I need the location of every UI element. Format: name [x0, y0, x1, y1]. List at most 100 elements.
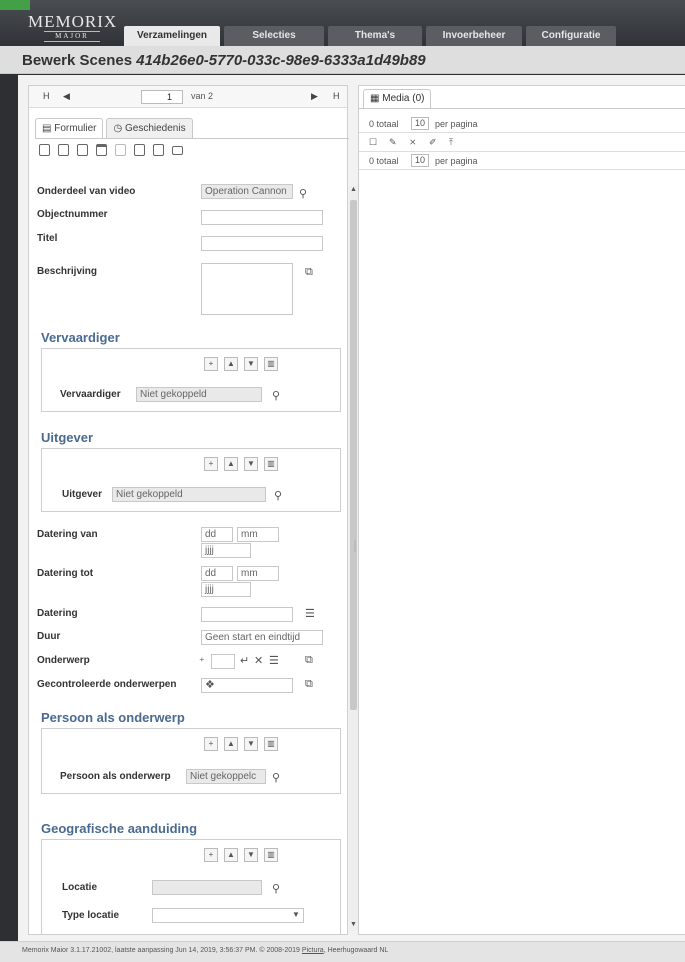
tab-formulier-label: Formulier	[54, 123, 97, 134]
delete-icon[interactable]: ▥	[264, 737, 278, 751]
mail-icon[interactable]	[172, 146, 183, 155]
datering-tot-label: Datering tot	[37, 568, 94, 579]
persoon-label: Persoon als onderwerp	[60, 771, 171, 782]
tab-media[interactable]: ▦ Media (0)	[363, 89, 432, 108]
add-icon[interactable]: +	[204, 357, 218, 371]
onderdeel-field: Operation Cannon	[201, 184, 293, 199]
move-down-icon[interactable]: ▼	[244, 737, 258, 751]
titel-label: Titel	[37, 233, 58, 244]
unlink-icon[interactable]: ⨯	[409, 137, 417, 148]
footer-link[interactable]: Pictura	[302, 947, 324, 954]
new-record-icon[interactable]	[58, 144, 69, 156]
scrollbar-thumb[interactable]	[350, 200, 357, 710]
datering-tot-jjjj[interactable]: jjjj	[201, 582, 251, 597]
expand-editor-icon[interactable]: ⧉	[305, 654, 313, 667]
delete-icon[interactable]: ▥	[264, 457, 278, 471]
list-icon[interactable]: ☰	[305, 607, 315, 620]
link-icon[interactable]: ⚲	[274, 489, 282, 502]
section-uitgever: + ▲ ▼ ▥ Uitgever Niet gekoppeld ⚲	[41, 448, 341, 512]
first-page-button[interactable]: H	[43, 91, 50, 101]
form-panel: H ◀ 1 van 2 ▶ H ▤ Formulier ◷ Geschieden…	[28, 85, 358, 935]
datering-input[interactable]	[201, 607, 293, 622]
persoon-field: Niet gekoppelc	[186, 769, 266, 784]
link-icon[interactable]: ⚲	[272, 389, 280, 402]
datering-tot-mm[interactable]: mm	[237, 566, 279, 581]
tab-geschiedenis[interactable]: ◷ Geschiedenis	[106, 118, 193, 138]
duur-field[interactable]: Geen start en eindtijd	[201, 630, 323, 645]
form-icon: ▤	[42, 123, 52, 134]
per-page-input[interactable]: 10	[411, 154, 429, 167]
logo-sub: MAJOR	[44, 31, 100, 42]
objectnummer-input[interactable]	[201, 210, 323, 225]
move-up-icon[interactable]: ▲	[224, 848, 238, 862]
tab-configuratie[interactable]: Configuratie	[526, 26, 616, 46]
list-icon[interactable]: ☰	[269, 654, 279, 667]
scroll-up-icon[interactable]: ▲	[349, 186, 358, 196]
page-input[interactable]: 1	[141, 90, 183, 104]
delete-icon[interactable]	[96, 144, 107, 156]
copy-icon[interactable]	[77, 144, 88, 156]
uitgever-field: Niet gekoppeld	[112, 487, 266, 502]
move-down-icon[interactable]: ▼	[244, 848, 258, 862]
tab-invoerbeheer[interactable]: Invoerbeheer	[426, 26, 522, 46]
link-icon[interactable]: ⚲	[299, 187, 307, 200]
page-title-prefix: Bewerk Scenes	[22, 52, 133, 69]
datering-van-dd[interactable]: dd	[201, 527, 233, 542]
expand-editor-icon[interactable]: ⧉	[305, 678, 313, 691]
clear-icon[interactable]: ✕	[254, 654, 263, 667]
datering-tot-dd[interactable]: dd	[201, 566, 233, 581]
last-page-button[interactable]: H	[333, 91, 340, 101]
delete-icon[interactable]: ▥	[264, 357, 278, 371]
datering-van-jjjj[interactable]: jjjj	[201, 543, 251, 558]
datering-label: Datering	[37, 608, 78, 619]
add-icon[interactable]: +	[204, 848, 218, 862]
move-up-icon[interactable]: ▲	[224, 357, 238, 371]
enter-icon[interactable]: ↵	[240, 654, 249, 667]
link-icon[interactable]: ⚲	[272, 882, 280, 895]
select-all-checkbox[interactable]: ☐	[369, 137, 377, 148]
record-id: 414b26e0-5770-033c-98e9-6333a1d49b89	[136, 52, 426, 69]
add-icon[interactable]: +	[204, 737, 218, 751]
delete-icon[interactable]: ▥	[264, 848, 278, 862]
panel-splitter[interactable]	[354, 540, 356, 552]
prev-page-button[interactable]: ◀	[63, 91, 70, 102]
move-down-icon[interactable]: ▼	[244, 357, 258, 371]
type-locatie-select[interactable]	[152, 908, 304, 923]
titel-input[interactable]	[201, 236, 323, 251]
upload-icon[interactable]: ⤒	[449, 137, 453, 148]
link-icon[interactable]: ⚲	[272, 771, 280, 784]
type-locatie-label: Type locatie	[62, 910, 120, 921]
move-up-icon[interactable]: ▲	[224, 737, 238, 751]
tab-selecties[interactable]: Selecties	[224, 26, 324, 46]
per-page-label: per pagina	[435, 156, 478, 166]
document-icon[interactable]	[134, 144, 145, 156]
tab-formulier[interactable]: ▤ Formulier	[35, 118, 104, 138]
edit-icon[interactable]: ✐	[429, 137, 437, 148]
thesaurus-icon: ❖	[205, 679, 215, 691]
tab-verzamelingen[interactable]: Verzamelingen	[124, 26, 220, 46]
add-icon[interactable]: +	[204, 457, 218, 471]
onderwerp-label: Onderwerp	[37, 655, 90, 666]
vervaardiger-field: Niet gekoppeld	[136, 387, 262, 402]
tab-themas[interactable]: Thema's	[328, 26, 422, 46]
scroll-down-icon[interactable]: ▼	[349, 921, 358, 931]
beschrijving-textarea[interactable]	[201, 263, 293, 315]
vervaardiger-actions: + ▲ ▼ ▥	[204, 357, 278, 371]
geo-actions: + ▲ ▼ ▥	[204, 848, 278, 862]
accent-strip	[0, 0, 30, 10]
move-up-icon[interactable]: ▲	[224, 457, 238, 471]
next-page-button[interactable]: ▶	[311, 91, 318, 102]
form-scrollbar[interactable]: ▲ ▼	[349, 186, 358, 931]
app-logo[interactable]: MEMORIX MAJOR	[28, 13, 116, 43]
onderwerp-input[interactable]	[211, 654, 235, 669]
media-pager-top: 0 totaal 10 per pagina	[359, 116, 685, 133]
media-total: 0 totaal	[369, 119, 399, 129]
print-icon[interactable]	[153, 144, 164, 156]
save-icon[interactable]	[39, 144, 50, 156]
per-page-input[interactable]: 10	[411, 117, 429, 130]
datering-van-mm[interactable]: mm	[237, 527, 279, 542]
expand-editor-icon[interactable]: ⧉	[305, 266, 313, 279]
move-down-icon[interactable]: ▼	[244, 457, 258, 471]
gecontroleerde-label: Gecontroleerde onderwerpen	[37, 679, 177, 690]
attach-icon[interactable]: ✎	[389, 137, 397, 148]
